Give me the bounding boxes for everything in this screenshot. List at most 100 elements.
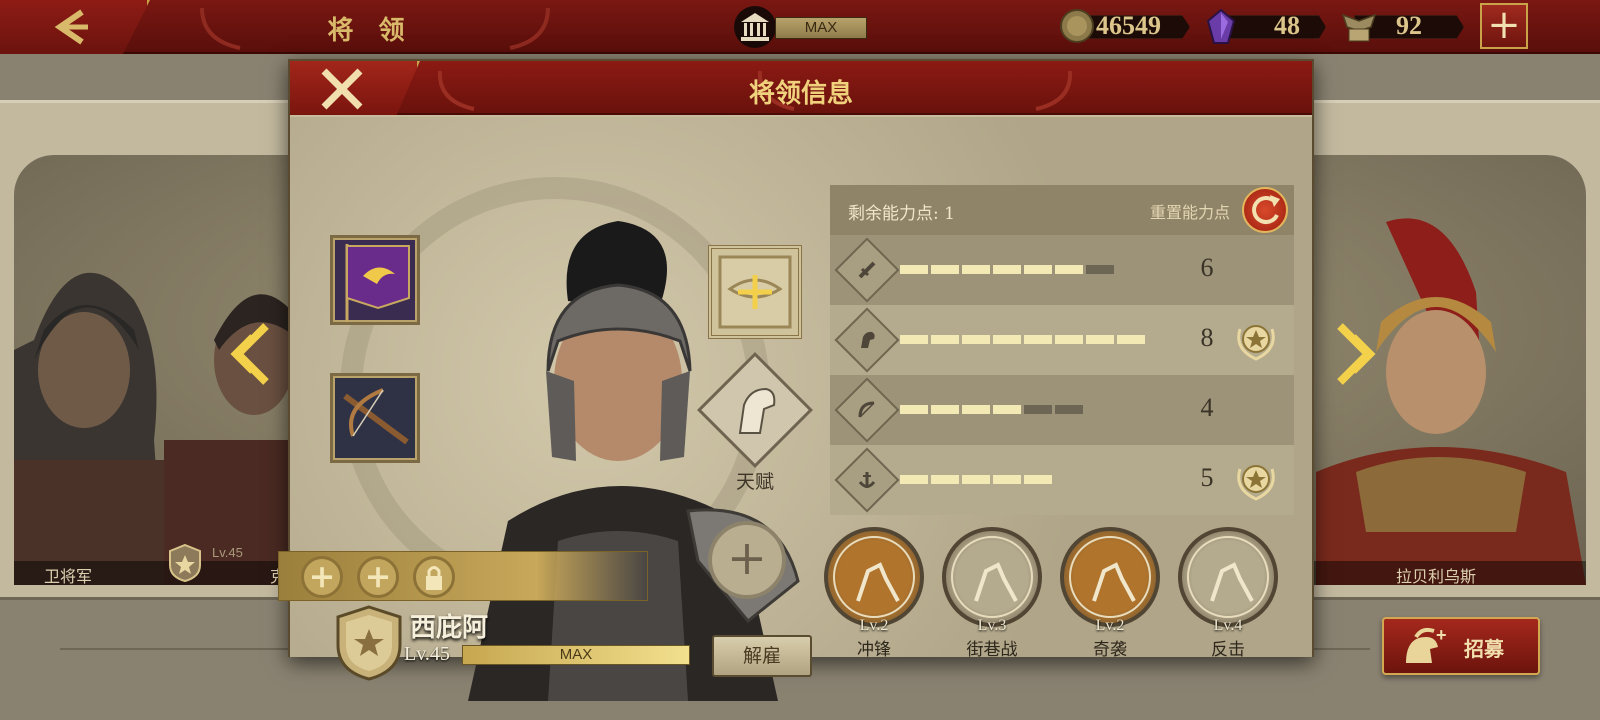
- reset-points-label: 重置能力点: [1150, 203, 1231, 222]
- stat-bar-segment: [962, 265, 990, 274]
- experience-text: MAX: [559, 646, 593, 663]
- top-bar: 将 领 MAX 46549 48 92 +: [0, 0, 1600, 54]
- legion-banner-icon: [345, 244, 410, 322]
- stat-bar-segment: [900, 405, 928, 414]
- gem-socket-bar: + +: [278, 551, 648, 601]
- stat-bar-segment: [1024, 475, 1052, 484]
- locked-gem-socket[interactable]: [413, 556, 455, 598]
- hero-name: 西庇阿: [410, 613, 489, 643]
- helmet-plus-icon: +: [1406, 627, 1447, 663]
- stat-bar-segment: [931, 335, 959, 344]
- star-laurel-icon: [1237, 465, 1275, 501]
- recruit-label: 招募: [1464, 637, 1504, 661]
- stat-row[interactable]: 8: [830, 305, 1294, 375]
- stat-value: 5: [1200, 463, 1214, 492]
- rank-badge-icon: [169, 543, 201, 583]
- skill-icon[interactable]: [824, 527, 924, 627]
- stat-bar-segment: [900, 335, 928, 344]
- left-hero-name: 卫将军: [44, 567, 93, 586]
- add-equipment-button[interactable]: +: [708, 521, 786, 599]
- skill-icon[interactable]: [942, 527, 1042, 627]
- skill-icon[interactable]: [1178, 527, 1278, 627]
- weapon-slot[interactable]: [330, 373, 420, 463]
- lock-icon: [426, 566, 442, 590]
- crossbow-icon: [343, 388, 409, 445]
- spqr-counter: 92: [1340, 9, 1464, 43]
- skill-level: Lv.3: [977, 617, 1007, 634]
- stat-row[interactable]: 4: [830, 375, 1294, 445]
- laurel-left-icon: [200, 7, 241, 50]
- gem-counter: 48: [1206, 9, 1326, 44]
- stat-bar-segment: [993, 335, 1021, 344]
- hero-level: Lv.45: [404, 643, 450, 665]
- eye-of-horus-plus-icon: [718, 255, 792, 329]
- ability-points-header: 剩余能力点: 1 重置能力点: [830, 185, 1294, 235]
- left-hero-portraits: [14, 272, 304, 585]
- stat-bar-segment: [1117, 335, 1145, 344]
- page-title: 将 领: [327, 16, 413, 46]
- stat-bar-segment: [962, 335, 990, 344]
- purple-gem-icon: [1206, 9, 1236, 44]
- talent-slot[interactable]: [708, 245, 802, 339]
- left2-hero-level: Lv.45: [212, 545, 243, 560]
- stat-bar-segment: [993, 405, 1021, 414]
- talent-label: 天赋: [735, 471, 774, 493]
- stat-bar-segment: [1024, 265, 1052, 274]
- skill-level: Lv.4: [1213, 617, 1243, 634]
- building-level: MAX: [775, 17, 867, 39]
- laurel-right-icon: [509, 7, 550, 50]
- stat-bar-segment: [931, 265, 959, 274]
- next-hero-arrow-icon[interactable]: [1334, 322, 1380, 386]
- stat-bar-segment: [931, 475, 959, 484]
- svg-text:+: +: [1436, 627, 1447, 645]
- experience-bar: MAX: [462, 645, 690, 665]
- stat-bar-segment: [1086, 265, 1114, 274]
- gem-value: 48: [1274, 11, 1300, 40]
- stat-bar-segment: [1055, 405, 1083, 414]
- skill-level: Lv.2: [859, 617, 889, 634]
- stat-row[interactable]: 6: [830, 235, 1294, 305]
- gem-socket-1[interactable]: +: [301, 556, 343, 598]
- stat-bar-segment: [1055, 335, 1083, 344]
- bow-icon: [858, 401, 875, 418]
- banner-slot[interactable]: [330, 235, 420, 325]
- hero-info-dialog: 将领信息 天赋 + + + 西庇阿 Lv.45 MAX 解雇 剩余能力点: 1 …: [278, 59, 1314, 701]
- star-laurel-icon: [1237, 325, 1275, 361]
- back-button[interactable]: [0, 0, 150, 54]
- building-icon: [734, 6, 776, 48]
- skill-level: Lv.2: [1095, 617, 1125, 634]
- add-resource-button[interactable]: +: [1480, 3, 1528, 49]
- sword-icon: [858, 261, 876, 279]
- anchor-icon: [858, 472, 876, 488]
- stat-value: 8: [1200, 323, 1214, 352]
- stat-bar-segment: [1055, 265, 1083, 274]
- right-hero-portrait: [1316, 218, 1586, 585]
- coin-value: 46549: [1096, 11, 1161, 40]
- dialog-title: 将领信息: [748, 79, 853, 109]
- previous-hero-arrow-icon[interactable]: [226, 322, 272, 386]
- horse-icon: [861, 331, 875, 348]
- remaining-points-label: 剩余能力点: 1: [848, 204, 955, 224]
- back-arrow-icon: [54, 9, 88, 45]
- stat-value: 6: [1200, 253, 1214, 282]
- reset-points-button[interactable]: [1242, 187, 1288, 233]
- dismiss-button[interactable]: 解雇: [712, 635, 812, 677]
- hero-portrait: [468, 221, 800, 701]
- stat-bar-segment: [1024, 335, 1052, 344]
- dialog-body: 天赋 + + + 西庇阿 Lv.45 MAX 解雇 剩余能力点: 1 重置能力点…: [278, 117, 1312, 701]
- refresh-icon: [1252, 195, 1280, 224]
- stat-row[interactable]: 5: [830, 445, 1294, 515]
- stat-bar-segment: [993, 265, 1021, 274]
- rank-shield-icon: [336, 605, 402, 681]
- right-hero-name: 拉贝利乌斯: [1396, 567, 1477, 586]
- stat-bar-segment: [900, 265, 928, 274]
- stat-value: 4: [1200, 393, 1214, 422]
- gem-socket-2[interactable]: +: [357, 556, 399, 598]
- skill-name: 反击: [1211, 640, 1245, 660]
- recruit-button[interactable]: + 招募: [1382, 617, 1540, 675]
- skill-icon[interactable]: [1060, 527, 1160, 627]
- spqr-eagle-icon: [1341, 13, 1377, 42]
- stat-bar-segment: [931, 405, 959, 414]
- coin-counter: 46549: [1060, 9, 1190, 43]
- skill-name: 街巷战: [966, 640, 1018, 660]
